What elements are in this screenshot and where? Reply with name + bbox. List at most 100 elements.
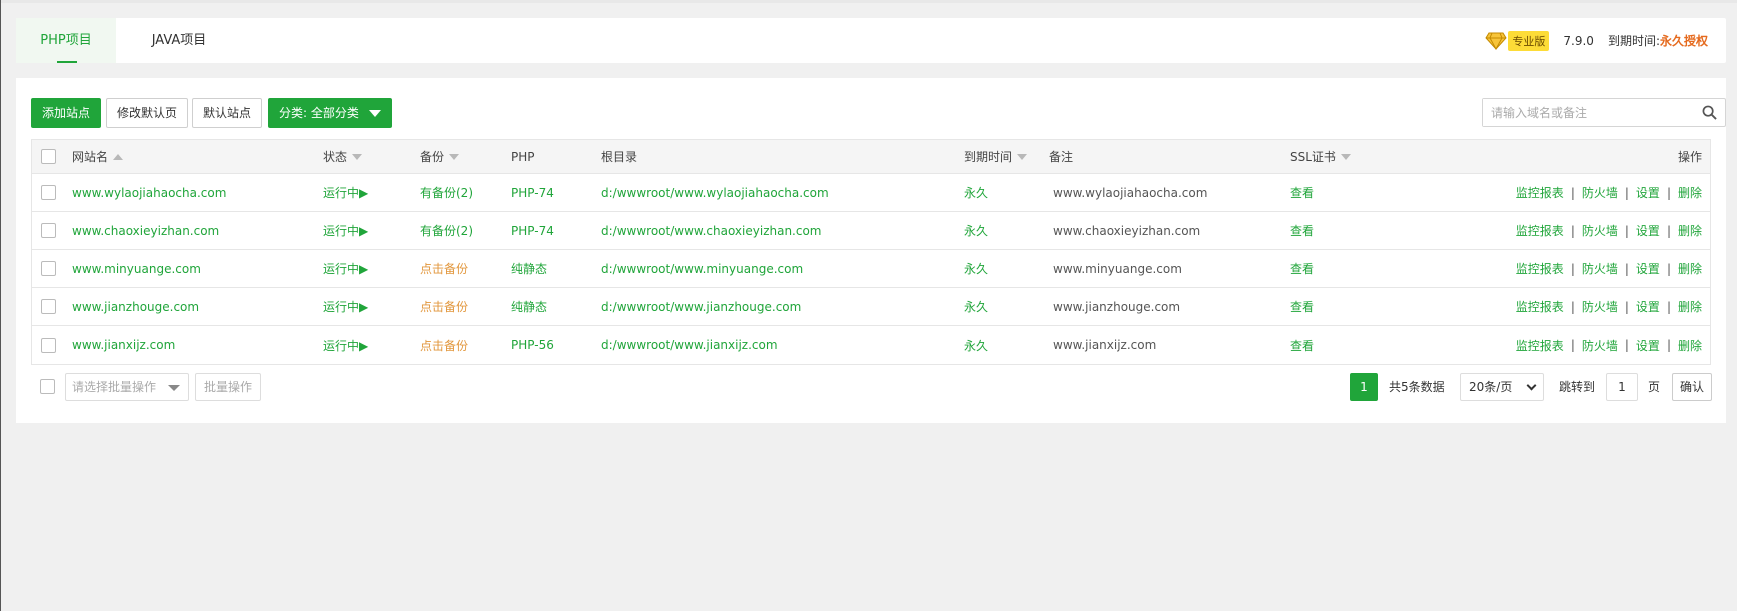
php-version-link[interactable]: PHP-74 [511,174,554,211]
status-toggle[interactable]: 运行中▶ [323,326,368,364]
monitor-report-link[interactable]: 监控报表 [1516,260,1564,277]
root-dir-link[interactable]: d:/wwwroot/www.jianxijz.com [601,326,778,364]
row-actions: 监控报表 | 防火墙 | 设置 | 删除 [1516,326,1702,364]
php-version-link[interactable]: 纯静态 [511,250,547,287]
search-icon[interactable] [1702,105,1717,120]
delete-link[interactable]: 删除 [1678,298,1702,315]
monitor-report-link[interactable]: 监控报表 [1516,184,1564,201]
search-box [1482,98,1726,127]
status-toggle[interactable]: 运行中▶ [323,250,368,287]
modify-default-page-button[interactable]: 修改默认页 [106,98,189,128]
header-backup[interactable]: 备份 [420,140,460,173]
delete-link[interactable]: 删除 [1678,260,1702,277]
site-name-link[interactable]: www.jianzhouge.com [72,288,199,325]
settings-link[interactable]: 设置 [1636,260,1660,277]
remark-text[interactable]: www.minyuange.com [1053,250,1182,287]
row-checkbox[interactable] [41,299,56,314]
expire-link[interactable]: 永久 [964,326,988,364]
row-checkbox[interactable] [41,185,56,200]
search-input[interactable] [1483,99,1683,126]
firewall-link[interactable]: 防火墙 [1582,222,1618,239]
category-dropdown-button[interactable]: 分类: 全部分类 [268,98,392,128]
backup-link[interactable]: 有备份(2) [420,212,473,249]
tab-java-projects[interactable]: JAVA项目 [134,18,224,63]
ssl-view-link[interactable]: 查看 [1290,212,1314,249]
default-site-button[interactable]: 默认站点 [192,98,263,128]
php-version-link[interactable]: PHP-74 [511,212,554,249]
site-name-link[interactable]: www.chaoxieyizhan.com [72,212,219,249]
remark-text[interactable]: www.chaoxieyizhan.com [1053,212,1200,249]
settings-link[interactable]: 设置 [1636,184,1660,201]
header-ssl[interactable]: SSL证书 [1290,140,1351,173]
select-all-checkbox[interactable] [41,149,56,164]
jump-page-input[interactable]: 1 [1606,373,1638,401]
batch-select-all-checkbox[interactable] [40,379,55,394]
row-checkbox[interactable] [41,261,56,276]
expire-link[interactable]: 永久 [964,250,988,287]
diamond-icon [1485,32,1508,50]
row-actions: 监控报表 | 防火墙 | 设置 | 删除 [1516,212,1702,249]
pro-edition-badge[interactable]: 专业版 [1508,30,1550,51]
php-version-link[interactable]: PHP-56 [511,326,554,364]
header-ops: 操作 [1678,140,1702,173]
status-toggle[interactable]: 运行中▶ [323,212,368,249]
page-size-select[interactable]: 20条/页 [1460,373,1544,401]
root-dir-link[interactable]: d:/wwwroot/www.chaoxieyizhan.com [601,212,822,249]
batch-operation-select[interactable]: 请选择批量操作 [65,373,189,401]
delete-link[interactable]: 删除 [1678,337,1702,354]
backup-link[interactable]: 点击备份 [420,250,468,287]
header-status[interactable]: 状态 [323,140,363,173]
status-toggle[interactable]: 运行中▶ [323,288,368,325]
expire-link[interactable]: 永久 [964,212,988,249]
root-dir-link[interactable]: d:/wwwroot/www.wylaojiahaocha.com [601,174,829,211]
tab-php-projects[interactable]: PHP项目 [16,18,116,63]
add-site-button[interactable]: 添加站点 [31,98,102,128]
root-dir-link[interactable]: d:/wwwroot/www.jianzhouge.com [601,288,801,325]
remark-text[interactable]: www.jianzhouge.com [1053,288,1180,325]
header-ops-label: 操作 [1677,150,1702,164]
row-checkbox[interactable] [41,337,56,353]
backup-link[interactable]: 有备份(2) [420,174,473,211]
row-actions: 监控报表 | 防火墙 | 设置 | 删除 [1516,288,1702,325]
backup-link[interactable]: 点击备份 [420,326,468,364]
window-left-edge [0,0,1,611]
expire-link[interactable]: 永久 [964,288,988,325]
separator: | [1666,299,1671,314]
header-root: 根目录 [601,140,637,173]
delete-link[interactable]: 删除 [1678,222,1702,239]
settings-link[interactable]: 设置 [1636,337,1660,354]
header-site[interactable]: 网站名 [72,140,124,173]
site-name-link[interactable]: www.wylaojiahaocha.com [72,174,226,211]
root-dir-link[interactable]: d:/wwwroot/www.minyuange.com [601,250,803,287]
site-name-link[interactable]: www.minyuange.com [72,250,201,287]
expire-value[interactable]: 永久授权 [1660,32,1708,49]
status-toggle[interactable]: 运行中▶ [323,174,368,211]
remark-text[interactable]: www.jianxijz.com [1053,326,1156,364]
ssl-view-link[interactable]: 查看 [1290,326,1314,364]
expire-link[interactable]: 永久 [964,174,988,211]
delete-link[interactable]: 删除 [1678,184,1702,201]
batch-select-placeholder: 请选择批量操作 [72,380,157,394]
confirm-jump-button[interactable]: 确认 [1672,373,1712,401]
monitor-report-link[interactable]: 监控报表 [1516,222,1564,239]
settings-link[interactable]: 设置 [1636,298,1660,315]
php-version-link[interactable]: 纯静态 [511,288,547,325]
settings-link[interactable]: 设置 [1636,222,1660,239]
firewall-link[interactable]: 防火墙 [1582,337,1618,354]
backup-link[interactable]: 点击备份 [420,288,468,325]
ssl-view-link[interactable]: 查看 [1290,288,1314,325]
batch-operation-button[interactable]: 批量操作 [195,373,262,401]
site-name-link[interactable]: www.jianxijz.com [72,326,175,364]
ssl-view-link[interactable]: 查看 [1290,250,1314,287]
firewall-link[interactable]: 防火墙 [1582,260,1618,277]
ssl-view-link[interactable]: 查看 [1290,174,1314,211]
remark-text[interactable]: www.wylaojiahaocha.com [1053,174,1207,211]
monitor-report-link[interactable]: 监控报表 [1516,298,1564,315]
firewall-link[interactable]: 防火墙 [1582,298,1618,315]
row-actions: 监控报表 | 防火墙 | 设置 | 删除 [1516,174,1702,211]
row-checkbox[interactable] [41,223,56,238]
header-expire[interactable]: 到期时间 [964,140,1028,173]
current-page-button[interactable]: 1 [1350,373,1378,401]
monitor-report-link[interactable]: 监控报表 [1516,337,1564,354]
firewall-link[interactable]: 防火墙 [1582,184,1618,201]
